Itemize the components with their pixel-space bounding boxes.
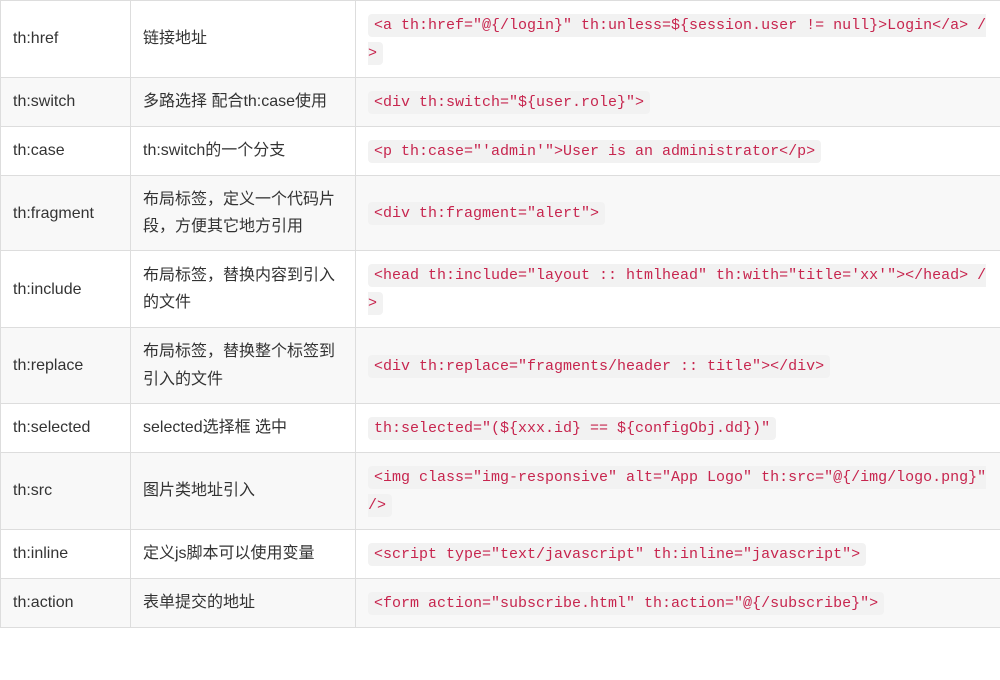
attr-cell: th:case: [1, 127, 131, 176]
desc-cell: 图片类地址引入: [131, 452, 356, 529]
code-cell: <head th:include="layout :: htmlhead" th…: [356, 251, 1000, 328]
code-snippet: <div th:switch="${user.role}">: [368, 91, 650, 114]
desc-cell: 多路选择 配合th:case使用: [131, 78, 356, 127]
desc-cell: 布局标签，定义一个代码片段，方便其它地方引用: [131, 176, 356, 251]
desc-cell: 布局标签，替换整个标签到引入的文件: [131, 328, 356, 403]
desc-cell: 链接地址: [131, 1, 356, 78]
attr-cell: th:include: [1, 251, 131, 328]
desc-cell: 表单提交的地址: [131, 578, 356, 627]
code-cell: <div th:switch="${user.role}">: [356, 78, 1000, 127]
code-cell: <p th:case="'admin'">User is an administ…: [356, 127, 1000, 176]
code-cell: th:selected="(${xxx.id} == ${configObj.d…: [356, 403, 1000, 452]
table-row: th:switch 多路选择 配合th:case使用 <div th:switch=…: [1, 78, 1000, 127]
code-snippet: th:selected="(${xxx.id} == ${configObj.d…: [368, 417, 776, 440]
code-snippet: <p th:case="'admin'">User is an administ…: [368, 140, 821, 163]
code-cell: <script type="text/javascript" th:inline…: [356, 529, 1000, 578]
code-snippet: <script type="text/javascript" th:inline…: [368, 543, 866, 566]
attr-cell: th:href: [1, 1, 131, 78]
desc-text: th:switch的一个分支: [143, 142, 285, 159]
attr-cell: th:src: [1, 452, 131, 529]
table-row: th:inline 定义js脚本可以使用变量 <script type="text/…: [1, 529, 1000, 578]
desc-text: 表单提交的地址: [143, 594, 255, 611]
table-row: th:src 图片类地址引入 <img class="img-responsive"…: [1, 452, 1000, 529]
desc-text: selected选择框 选中: [143, 419, 287, 436]
desc-text: 布局标签，替换整个标签到引入的文件: [143, 343, 335, 387]
attr-cell: th:fragment: [1, 176, 131, 251]
attr-cell: th:action: [1, 578, 131, 627]
code-snippet: <div th:replace="fragments/header :: tit…: [368, 355, 830, 378]
code-cell: <img class="img-responsive" alt="App Log…: [356, 452, 1000, 529]
desc-text: 布局标签，定义一个代码片段，方便其它地方引用: [143, 191, 335, 235]
desc-text: 链接地址: [143, 30, 207, 47]
table-row: th:action 表单提交的地址 <form action="subscribe.…: [1, 578, 1000, 627]
desc-cell: th:switch的一个分支: [131, 127, 356, 176]
code-snippet: <a th:href="@{/login}" th:unless=${sessi…: [368, 14, 986, 65]
table-row: th:case th:switch的一个分支 <p th:case="'admin'…: [1, 127, 1000, 176]
desc-text: 多路选择 配合th:case使用: [143, 93, 327, 110]
code-snippet: <img class="img-responsive" alt="App Log…: [368, 466, 986, 517]
code-snippet: <head th:include="layout :: htmlhead" th…: [368, 264, 986, 315]
code-cell: <form action="subscribe.html" th:action=…: [356, 578, 1000, 627]
desc-cell: selected选择框 选中: [131, 403, 356, 452]
code-cell: <div th:replace="fragments/header :: tit…: [356, 328, 1000, 403]
attr-cell: th:switch: [1, 78, 131, 127]
table-row: th:replace 布局标签，替换整个标签到引入的文件 <div th:repla…: [1, 328, 1000, 403]
attr-cell: th:inline: [1, 529, 131, 578]
code-snippet: <form action="subscribe.html" th:action=…: [368, 592, 884, 615]
table-row: th:fragment 布局标签，定义一个代码片段，方便其它地方引用 <div th…: [1, 176, 1000, 251]
desc-text: 图片类地址引入: [143, 482, 255, 499]
desc-cell: 布局标签，替换内容到引入的文件: [131, 251, 356, 328]
table-row: th:href 链接地址 <a th:href="@{/login}" th:unl…: [1, 1, 1000, 78]
desc-cell: 定义js脚本可以使用变量: [131, 529, 356, 578]
table-row: th:selected selected选择框 选中 th:selected="($…: [1, 403, 1000, 452]
desc-text: 定义js脚本可以使用变量: [143, 545, 315, 562]
thymeleaf-attributes-table: th:href 链接地址 <a th:href="@{/login}" th:unl…: [0, 0, 1000, 628]
code-snippet: <div th:fragment="alert">: [368, 202, 605, 225]
attr-cell: th:selected: [1, 403, 131, 452]
desc-text: 布局标签，替换内容到引入的文件: [143, 267, 335, 311]
code-cell: <div th:fragment="alert">: [356, 176, 1000, 251]
attr-cell: th:replace: [1, 328, 131, 403]
table-row: th:include 布局标签，替换内容到引入的文件 <head th:includ…: [1, 251, 1000, 328]
code-cell: <a th:href="@{/login}" th:unless=${sessi…: [356, 1, 1000, 78]
